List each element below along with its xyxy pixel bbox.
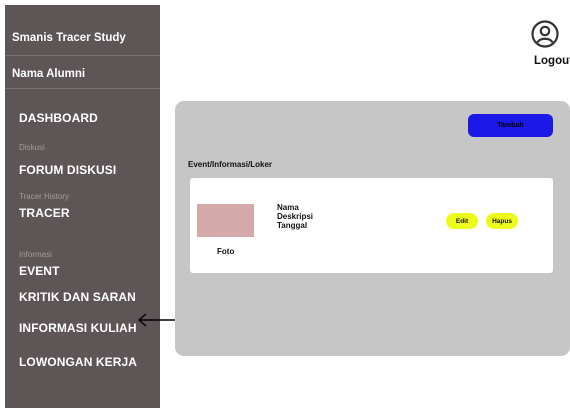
photo-label: Foto	[217, 247, 235, 256]
brand-title: Smanis Tracer Study	[12, 32, 126, 44]
photo-placeholder	[197, 204, 254, 237]
panel-title: Event/Informasi/Loker	[188, 160, 273, 169]
item-date: Tanggal	[277, 221, 308, 230]
nav-event[interactable]: EVENT	[19, 264, 60, 278]
item-name: Nama	[277, 203, 299, 212]
nav-lowongan-kerja[interactable]: LOWONGAN KERJA	[19, 355, 137, 369]
delete-button[interactable]: Hapus	[486, 213, 518, 229]
logout-link[interactable]: Logout	[534, 55, 570, 67]
user-circle-icon[interactable]	[531, 20, 559, 48]
sidebar: Smanis Tracer Study Nama Alumni DASHBOAR…	[5, 5, 160, 408]
nav-dashboard[interactable]: DASHBOARD	[19, 111, 98, 125]
nav-forum-diskusi[interactable]: FORUM DISKUSI	[19, 163, 116, 177]
nav-informasi-kuliah[interactable]: INFORMASI KULIAH	[19, 321, 137, 335]
edit-button[interactable]: Edit	[446, 213, 478, 229]
item-description: Deskripsi	[277, 212, 314, 221]
nav-tracer[interactable]: TRACER	[19, 206, 70, 220]
section-label-tracer-history: Tracer History	[19, 192, 69, 201]
alumni-name: Nama Alumni	[12, 68, 86, 80]
add-button[interactable]: Tambah	[468, 114, 553, 137]
nav-kritik-dan-saran[interactable]: KRITIK DAN SARAN	[19, 290, 136, 304]
section-label-diskusi: Diskusi	[19, 143, 45, 152]
divider	[5, 88, 160, 89]
section-label-informasi: Informasi	[19, 250, 52, 259]
divider	[5, 55, 160, 56]
